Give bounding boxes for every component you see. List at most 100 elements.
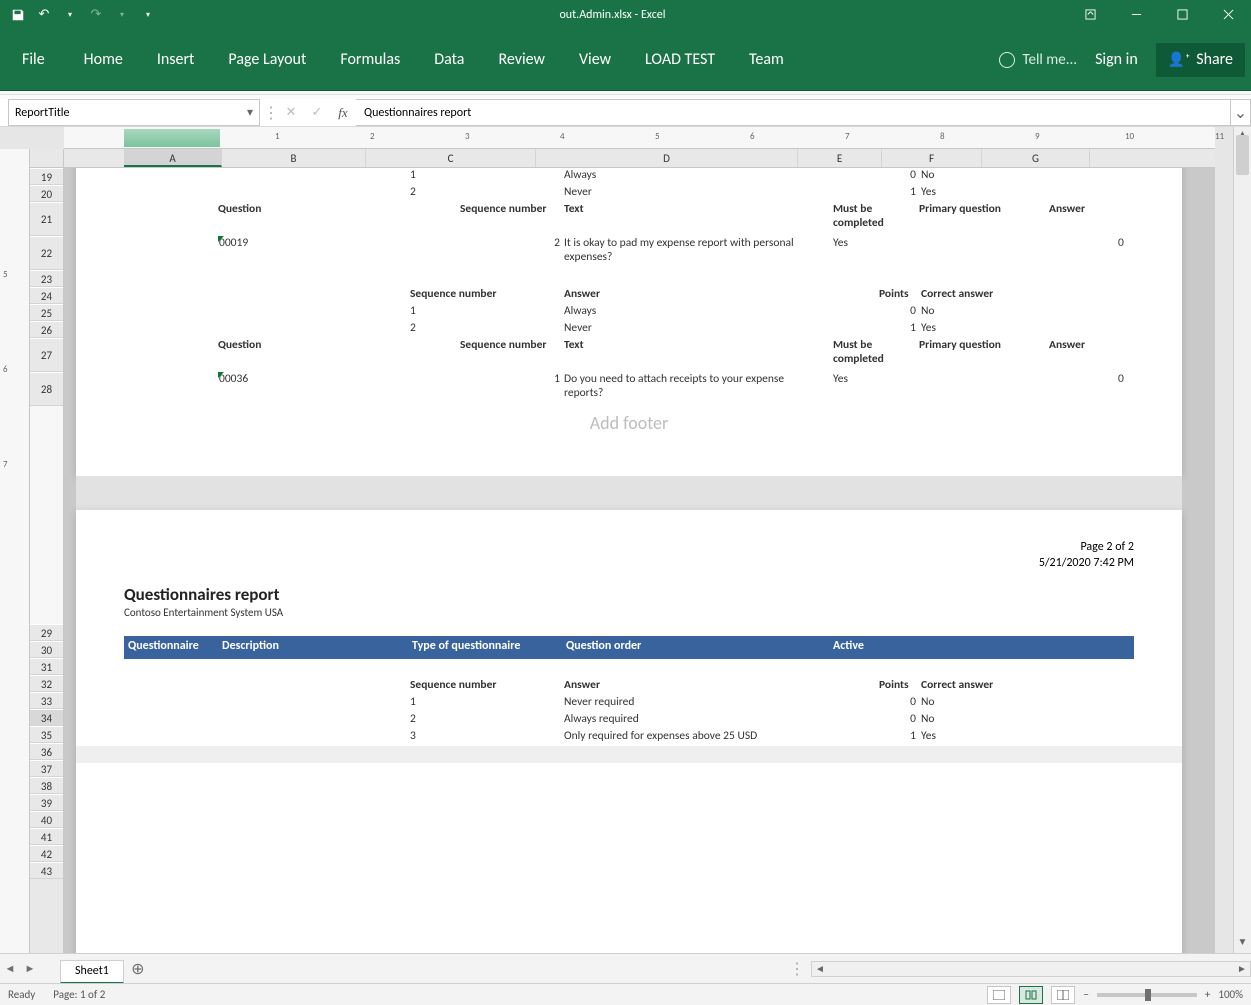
hscroll-handle-icon[interactable]: ⋮ [789, 959, 811, 979]
cell[interactable]: Only required for expenses above 25 USD [564, 729, 757, 743]
cell[interactable]: Never [564, 185, 592, 199]
scroll-right-icon[interactable]: ► [1234, 962, 1250, 975]
share-button[interactable]: 👤⁺ Share [1156, 43, 1245, 77]
col-G[interactable]: G [982, 149, 1090, 167]
cell[interactable]: 1 [844, 185, 916, 199]
col-header[interactable]: Sequence number [460, 202, 546, 216]
vertical-ruler[interactable]: 5 6 7 [0, 149, 30, 953]
minimize-icon[interactable] [1113, 0, 1159, 29]
cell[interactable]: Always [564, 304, 596, 318]
col-header[interactable]: Question [218, 338, 261, 352]
close-icon[interactable] [1205, 0, 1251, 29]
sheet-nav-next-icon[interactable]: ► [20, 954, 40, 983]
tab-home[interactable]: Home [67, 29, 140, 90]
insert-function-icon[interactable]: fx [330, 99, 356, 126]
row-37[interactable]: 37 [30, 760, 63, 777]
undo-drop-icon[interactable]: ▾ [60, 5, 80, 25]
col[interactable]: Question order [566, 639, 641, 653]
row-19[interactable]: 19 [30, 168, 63, 185]
row-40[interactable]: 40 [30, 811, 63, 828]
row-29[interactable]: 29 [30, 624, 63, 641]
row-22[interactable]: 22 [30, 236, 63, 270]
cell[interactable]: Always required [564, 712, 639, 726]
col-header[interactable]: Sequence number [410, 287, 496, 301]
sheet-nav-prev-icon[interactable]: ◄ [0, 954, 20, 983]
col-header[interactable]: Question [218, 202, 261, 216]
row-26[interactable]: 26 [30, 321, 63, 338]
col[interactable]: Active [833, 639, 864, 653]
col-E[interactable]: E [798, 149, 882, 167]
row-43[interactable]: 43 [30, 862, 63, 879]
row-35[interactable]: 35 [30, 726, 63, 743]
redo-drop-icon[interactable]: ▾ [112, 5, 132, 25]
cell[interactable]: 1 [844, 729, 916, 743]
row-36[interactable]: 36 [30, 743, 63, 760]
cell[interactable]: No [921, 712, 935, 726]
cell[interactable]: Yes [921, 729, 936, 743]
row-42[interactable]: 42 [30, 845, 63, 862]
row-30[interactable]: 30 [30, 641, 63, 658]
cell[interactable]: 0 [844, 168, 916, 182]
cell[interactable]: 1 [410, 372, 560, 386]
col[interactable]: Description [222, 639, 279, 653]
cell[interactable]: 1 [410, 695, 416, 709]
cancel-formula-icon[interactable]: ✕ [278, 99, 304, 126]
cell[interactable]: 1 [844, 321, 916, 335]
vertical-scrollbar[interactable]: ▲ ▼ [1233, 127, 1251, 953]
col-header[interactable]: Primary question [919, 338, 1001, 352]
redo-icon[interactable]: ↷ [86, 5, 106, 25]
col-header[interactable]: Sequence number [410, 678, 496, 692]
report-subtitle[interactable]: Contoso Entertainment System USA [124, 606, 283, 619]
ribbon-options-icon[interactable] [1067, 0, 1113, 29]
cell[interactable]: 00019 [218, 236, 248, 250]
sheet-tab[interactable]: Sheet1 [60, 960, 124, 984]
col-header[interactable]: Points [879, 678, 909, 692]
row-31[interactable]: 31 [30, 658, 63, 675]
tab-load-test[interactable]: LOAD TEST [628, 29, 732, 90]
col-D[interactable]: D [536, 149, 798, 167]
row-21[interactable]: 21 [30, 202, 63, 236]
col-B[interactable]: B [222, 149, 366, 167]
cell[interactable]: Yes [833, 236, 848, 250]
col-header[interactable]: Correct answer [921, 678, 993, 692]
name-box[interactable]: ReportTitle ▾ [8, 99, 260, 126]
col-header[interactable]: Must be completed [833, 338, 913, 366]
row-20[interactable]: 20 [30, 185, 63, 202]
row-23[interactable]: 23 [30, 270, 63, 287]
zoom-out-icon[interactable]: − [1083, 988, 1088, 1001]
zoom-value[interactable]: 100% [1218, 988, 1243, 1001]
cell[interactable]: 0 [1118, 372, 1124, 386]
col-header[interactable]: Sequence number [460, 338, 546, 352]
file-tab[interactable]: File [0, 29, 67, 90]
scroll-left-icon[interactable]: ◄ [812, 962, 828, 975]
cell[interactable]: Yes [921, 185, 936, 199]
sign-in-button[interactable]: Sign in [1095, 50, 1138, 69]
row-41[interactable]: 41 [30, 828, 63, 845]
row-25[interactable]: 25 [30, 304, 63, 321]
zoom-slider[interactable] [1097, 993, 1197, 997]
cell[interactable]: Yes [921, 321, 936, 335]
tab-view[interactable]: View [562, 29, 628, 90]
add-footer-placeholder[interactable]: Add footer [124, 412, 1134, 434]
cell[interactable]: 2 [410, 236, 560, 250]
zoom-in-icon[interactable]: + [1205, 988, 1210, 1001]
col-header[interactable]: Text [564, 338, 584, 352]
col[interactable]: Type of questionnaire [412, 639, 520, 653]
cell[interactable]: 0 [844, 304, 916, 318]
scroll-down-icon[interactable]: ▼ [1234, 935, 1251, 953]
cell[interactable]: Never [564, 321, 592, 335]
col-header[interactable]: Points [879, 287, 909, 301]
cell[interactable]: No [921, 168, 935, 182]
view-page-layout-icon[interactable] [1019, 986, 1043, 1004]
col-header[interactable]: Answer [564, 678, 600, 692]
cell[interactable]: 0 [844, 695, 916, 709]
add-sheet-icon[interactable]: ⊕ [124, 954, 152, 983]
tab-insert[interactable]: Insert [140, 29, 212, 90]
fbar-handle-icon[interactable]: ⋮ [264, 99, 278, 126]
zoom-knob[interactable] [1145, 989, 1151, 1001]
tab-page-layout[interactable]: Page Layout [211, 29, 323, 90]
horizontal-scrollbar[interactable]: ◄ ► [811, 961, 1251, 977]
page-canvas[interactable]: 1 Always 0 No 2 Never 1 Yes Question Seq… [64, 168, 1215, 953]
col-header[interactable]: Text [564, 202, 584, 216]
cell[interactable]: 1 [410, 168, 416, 182]
